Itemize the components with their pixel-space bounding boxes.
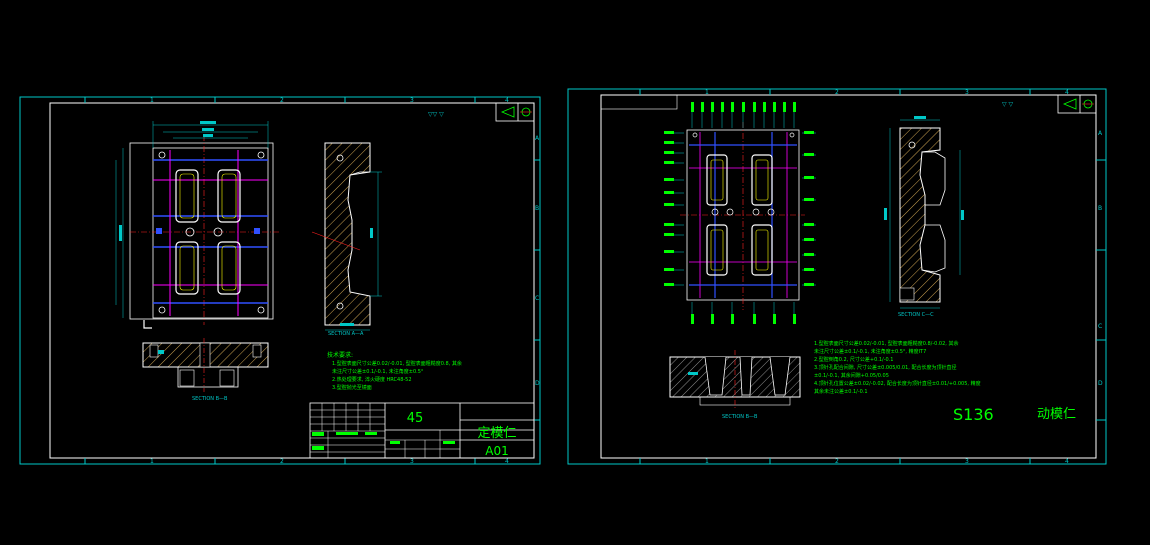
grid-col-label: 1 (705, 458, 709, 465)
section-cc-label: SECTION C—C (898, 312, 934, 318)
title-block-left[interactable]: 45 定模仁 A01 (309, 402, 535, 459)
grid-col-label: 2 (835, 89, 839, 96)
part-name-fixed-insert: 定模仁 (477, 426, 516, 441)
section-bb-label-left: SECTION B—B (192, 396, 228, 402)
note-line: 1.型腔表面尺寸公差0.02/-0.01, 型腔表面粗糙度0.8, 其余 (332, 360, 462, 367)
sheet-right[interactable]: 1 2 3 4 1 2 3 4 A B C D ▽ ▽ SECTION C—C … (567, 88, 1107, 465)
grid-col-label: 2 (835, 458, 839, 465)
grid-row-label: D (535, 380, 540, 387)
note-line: 未注尺寸公差±0.1/-0.1, 未注角度±0.5° (332, 368, 424, 375)
note-line: 1.型腔表面尺寸公差0.02/-0.01, 型腔表面粗糙度0.8/-0.02, … (814, 340, 958, 347)
note-line: 其余未注公差±0.1/-0.1 (814, 388, 868, 395)
cad-drawing-canvas[interactable]: 1 2 3 4 1 2 3 4 A B C D ▽▽ ▽ SECTION A—A… (0, 0, 1150, 545)
sheet-left[interactable]: 1 2 3 4 1 2 3 4 A B C D ▽▽ ▽ SECTION A—A… (19, 96, 541, 465)
grid-row-label: B (535, 205, 539, 212)
grid-col-label: 4 (505, 458, 509, 465)
section-bb-view-right[interactable]: SECTION B—B (669, 350, 801, 420)
part-name-moving-insert: 动模仁 (1037, 407, 1076, 422)
section-bb-view-left[interactable]: SECTION B—B (142, 338, 269, 402)
grid-row-label: C (1098, 323, 1102, 330)
section-bb-label-right: SECTION B—B (722, 414, 758, 420)
plan-view-left[interactable] (115, 121, 280, 329)
grid-row-label: C (535, 295, 539, 302)
grid-col-label: 4 (1065, 458, 1069, 465)
note-line: 3.顶针孔配合间隙, 尺寸公差±0.005/0.01, 配合长度为顶针直径 (814, 364, 956, 371)
note-line: 4.顶针孔位置公差±0.02/-0.02, 配合长度为顶针直径±0.01/+0.… (814, 380, 981, 387)
grid-col-label: 3 (410, 458, 414, 465)
sheet-right-outer-border (567, 88, 1107, 465)
surface-roughness-mark: ▽▽ ▽ (428, 111, 444, 118)
material-45: 45 (407, 411, 424, 426)
grid-row-label: A (535, 135, 540, 142)
grid-col-label: 2 (280, 458, 284, 465)
note-line: 未注尺寸公差±0.1/-0.1, 未注角度±0.5°, 精度IT7 (814, 348, 926, 355)
section-aa-label: SECTION A—A (328, 331, 364, 337)
grid-col-label: 3 (410, 97, 414, 104)
technical-notes-left: 技术要求: 1.型腔表面尺寸公差0.02/-0.01, 型腔表面粗糙度0.8, … (327, 351, 462, 391)
grid-col-label: 1 (705, 89, 709, 96)
note-line: 3.型腔抛光至镜面 (332, 384, 372, 391)
plan-view-right[interactable] (664, 102, 816, 324)
sheet-left-outer-border (19, 96, 541, 465)
sheet-right-inner-border (600, 94, 1097, 459)
projection-symbol (1057, 94, 1097, 114)
section-cc-view[interactable]: SECTION C—C (884, 116, 964, 318)
note-line: 2.热处理要求, 淬火硬度 HRC48-52 (332, 376, 412, 383)
sheet-left-inner-border (49, 102, 535, 459)
grid-col-label: 3 (965, 458, 969, 465)
drawing-number: A01 (485, 444, 508, 458)
grid-row-label: A (1098, 130, 1103, 137)
grid-row-label: D (1098, 380, 1103, 387)
note-line: 2.型腔倒角0.2, 尺寸公差+0.1/-0.1 (814, 356, 893, 363)
grid-col-label: 3 (965, 89, 969, 96)
material-s136: S136 (953, 405, 994, 424)
grid-col-label: 1 (150, 458, 154, 465)
note-line: ±0.1/-0.1, 其余间隙+0.05/0.05 (814, 372, 889, 379)
grid-col-label: 1 (150, 97, 154, 104)
grid-row-label: B (1098, 205, 1102, 212)
notes-title: 技术要求: (327, 351, 353, 359)
projection-symbol (495, 102, 535, 122)
grid-col-label: 2 (280, 97, 284, 104)
surface-roughness-mark: ▽ ▽ (1002, 101, 1014, 108)
technical-notes-right: 1.型腔表面尺寸公差0.02/-0.01, 型腔表面粗糙度0.8/-0.02, … (814, 340, 981, 395)
section-aa-view[interactable]: SECTION A—A (311, 142, 382, 337)
